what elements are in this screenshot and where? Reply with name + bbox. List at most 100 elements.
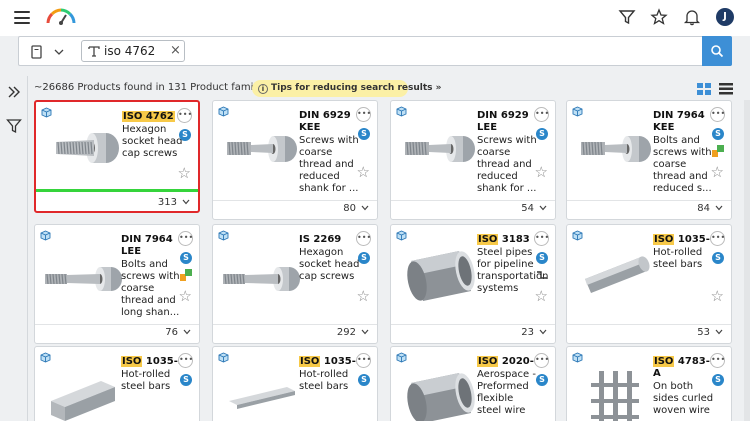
product-card[interactable]: DIN 7964 LEE Bolts and screws with coarse…: [34, 224, 200, 344]
supplier-badge-icon: S: [536, 128, 548, 140]
hamburger-icon[interactable]: [14, 11, 30, 24]
more-options-button[interactable]: •••: [356, 231, 371, 246]
product-image[interactable]: [42, 116, 126, 182]
favorite-star-icon[interactable]: ☆: [178, 166, 191, 181]
favorite-star-icon[interactable]: ☆: [535, 165, 548, 180]
card-title-text: DIN 7964 KEE: [653, 110, 705, 133]
product-card[interactable]: ISO 4762 Hexagon socket head cap screws ••…: [34, 100, 200, 213]
product-count-value: 313: [157, 197, 177, 208]
product-count-value: 80: [343, 203, 356, 214]
product-count[interactable]: 53: [697, 327, 723, 338]
chevron-down-icon: [361, 205, 369, 211]
favorite-star-icon[interactable]: ☆: [357, 165, 370, 180]
grid-view-icon[interactable]: [697, 83, 711, 95]
product-count-value: 54: [521, 203, 534, 214]
product-count[interactable]: 76: [165, 327, 191, 338]
card-title-text: IS 2269: [299, 234, 342, 245]
results-summary: ~26686 Products found in 131 Product fam…: [34, 82, 271, 93]
product-card[interactable]: ISO 1035-2 Hot-rolled steel bars ••• S: [34, 346, 200, 421]
card-divider: [391, 200, 555, 201]
top-bar: J: [0, 0, 750, 36]
favorite-star-icon[interactable]: ☆: [179, 289, 192, 304]
product-card[interactable]: DIN 6929 KEE Screws with coarse thread an…: [212, 100, 378, 220]
more-options-button[interactable]: •••: [178, 353, 193, 368]
search-chip[interactable]: iso 4762 ×: [81, 40, 185, 62]
more-options-button[interactable]: •••: [177, 108, 192, 123]
product-card[interactable]: IS 2269 Hexagon socket head cap screws •••…: [212, 224, 378, 344]
product-count[interactable]: 84: [697, 203, 723, 214]
card-description: Steel pipes for pipeline transportation …: [477, 247, 549, 294]
chevron-down-icon: [539, 205, 547, 211]
more-options-button[interactable]: •••: [178, 231, 193, 246]
search-button[interactable]: [702, 36, 732, 66]
product-card[interactable]: ISO 3183 Steel pipes for pipeline transpo…: [390, 224, 556, 344]
list-view-icon[interactable]: [719, 83, 733, 95]
product-count[interactable]: 80: [343, 203, 369, 214]
card-description: Aerospace - Preformed flexible steel wir…: [477, 369, 536, 416]
scrollbar[interactable]: [744, 100, 750, 421]
product-count[interactable]: 292: [337, 327, 369, 338]
more-options-button[interactable]: •••: [534, 107, 549, 122]
supplier-badge-icon: S: [180, 252, 192, 264]
bell-icon[interactable]: [683, 8, 701, 26]
chip-remove-icon[interactable]: ×: [170, 43, 181, 58]
filter-panel-icon[interactable]: [6, 118, 22, 134]
more-options-button[interactable]: •••: [534, 353, 549, 368]
supplier-badge-icon: S: [358, 128, 370, 140]
tips-button[interactable]: i Tips for reducing search results »: [252, 80, 442, 97]
linetype-icon: [537, 271, 547, 279]
catalog-select[interactable]: [27, 43, 73, 61]
product-card[interactable]: ISO 2020-1 Aerospace - Preformed flexible…: [390, 346, 556, 421]
product-card[interactable]: ISO 1035-3 Hot-rolled steel bars ••• S: [212, 346, 378, 421]
tips-chevron-icon: »: [435, 83, 442, 93]
more-options-button[interactable]: •••: [710, 353, 725, 368]
chevron-down-icon: [715, 329, 723, 335]
favorite-star-icon[interactable]: ☆: [357, 289, 370, 304]
product-count-value: 84: [697, 203, 710, 214]
gauge-logo-icon[interactable]: [44, 6, 78, 26]
favorite-star-icon[interactable]: ☆: [535, 289, 548, 304]
expand-sidebar-icon[interactable]: [6, 84, 22, 100]
product-image[interactable]: [573, 239, 657, 305]
supplier-badge-icon: S: [536, 252, 548, 264]
more-options-button[interactable]: •••: [710, 231, 725, 246]
chevron-down-icon: [715, 205, 723, 211]
more-options-button[interactable]: •••: [356, 107, 371, 122]
star-icon[interactable]: [650, 8, 668, 26]
card-title-text: DIN 6929 LEE: [477, 110, 529, 133]
supplier-badge-icon: S: [180, 374, 192, 386]
product-image[interactable]: [219, 115, 303, 181]
load-progress-bar: [36, 189, 198, 192]
product-card[interactable]: DIN 7964 KEE Bolts and screws with coarse…: [566, 100, 732, 220]
product-card[interactable]: ISO 4783-3 A On both sides curled woven w…: [566, 346, 732, 421]
product-count[interactable]: 54: [521, 203, 547, 214]
product-card[interactable]: ISO 1035-1 Hot-rolled steel bars ••• S ☆ 53: [566, 224, 732, 344]
product-image[interactable]: [573, 361, 657, 421]
favorite-star-icon[interactable]: ☆: [711, 165, 724, 180]
card-title-text: DIN 6929 KEE: [299, 110, 351, 133]
filter-icon[interactable]: [618, 8, 636, 26]
product-image[interactable]: [397, 115, 481, 181]
card-description: Hexagon socket head cap screws: [122, 124, 183, 159]
card-title-suffix: 3183: [498, 234, 530, 245]
favorite-star-icon[interactable]: ☆: [711, 289, 724, 304]
product-count[interactable]: 313: [158, 197, 190, 208]
card-divider: [391, 324, 555, 325]
product-image[interactable]: [41, 361, 125, 421]
more-options-button[interactable]: •••: [710, 107, 725, 122]
supplier-badge-icon: S: [358, 252, 370, 264]
search-bar[interactable]: iso 4762 ×: [18, 36, 732, 66]
product-image[interactable]: [41, 239, 125, 305]
product-image[interactable]: [397, 361, 481, 421]
product-image[interactable]: [219, 239, 303, 305]
user-avatar[interactable]: J: [716, 8, 734, 26]
more-options-button[interactable]: •••: [356, 353, 371, 368]
product-image[interactable]: [573, 115, 657, 181]
product-card[interactable]: DIN 6929 LEE Screws with coarse thread an…: [390, 100, 556, 220]
card-title-highlight: ISO: [477, 234, 499, 245]
variant-badge-icon: [180, 269, 192, 281]
product-count[interactable]: 23: [521, 327, 547, 338]
more-options-button[interactable]: •••: [534, 231, 549, 246]
product-image[interactable]: [219, 361, 303, 421]
product-image[interactable]: [397, 239, 481, 305]
